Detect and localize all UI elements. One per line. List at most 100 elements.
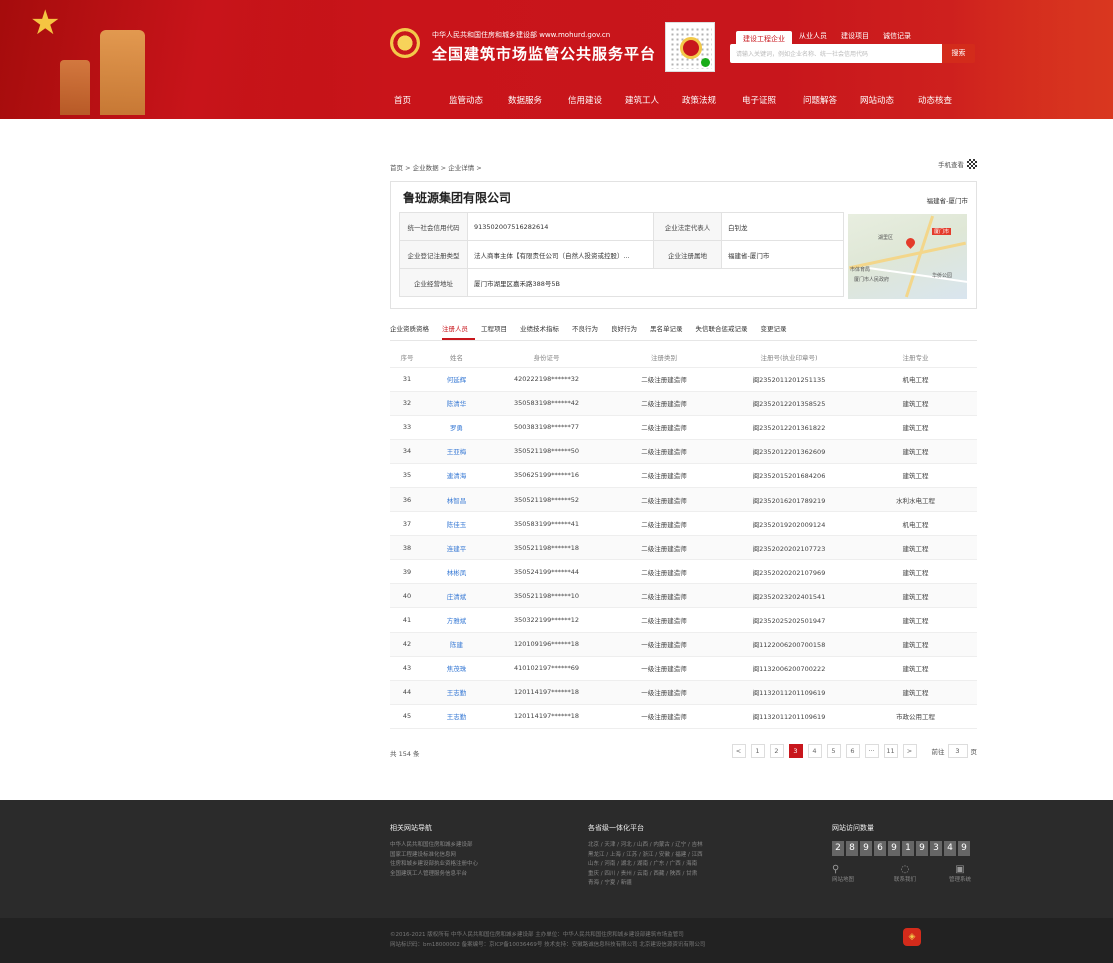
admin-link[interactable]: ▣ 管理系统 xyxy=(940,864,980,883)
footer-link[interactable]: 中华人民共和国住房和城乡建设部 xyxy=(390,841,478,851)
cell-name[interactable]: 陈清华 xyxy=(424,391,489,416)
cell-category: 二级注册建造师 xyxy=(604,535,724,561)
star-icon: ★ xyxy=(30,3,61,43)
cell-category: 一级注册建造师 xyxy=(604,632,724,657)
mobile-view-link[interactable]: 手机查看 xyxy=(938,159,977,169)
nav-home[interactable]: 首页 xyxy=(394,94,449,106)
detail-tabs: 企业资质资格 注册人员 工程项目 业绩技术指标 不良行为 良好行为 黑名单记录 … xyxy=(390,323,800,340)
cell-reg-no: 闽1122006200700158 xyxy=(724,632,854,657)
page-button[interactable]: 11 xyxy=(883,744,898,758)
site-title[interactable]: 全国建筑市场监管公共服务平台 xyxy=(432,43,656,64)
cell-specialty: 建筑工程 xyxy=(854,656,977,681)
nav-data-service[interactable]: 数据服务 xyxy=(508,94,568,106)
cell-reg-no: 闽2352023202401541 xyxy=(724,583,854,609)
tab-bad-behavior[interactable]: 不良行为 xyxy=(572,323,605,340)
cell-name[interactable]: 連清海 xyxy=(424,463,489,488)
more-pages-button[interactable]: ··· xyxy=(864,744,879,758)
page-button-current[interactable]: 3 xyxy=(788,744,803,758)
tab-divider xyxy=(390,340,977,341)
monitor-icon: ▣ xyxy=(955,864,965,875)
cell-index: 42 xyxy=(390,632,424,657)
cell-name[interactable]: 何延辉 xyxy=(424,367,489,392)
page-button[interactable]: 4 xyxy=(807,744,822,758)
province-links[interactable]: 重庆 / 四川 / 贵州 / 云南 / 西藏 / 陕西 / 甘肃 xyxy=(588,870,703,880)
next-page-button[interactable]: > xyxy=(902,744,917,758)
prev-page-button[interactable]: < xyxy=(731,744,746,758)
cell-index: 44 xyxy=(390,680,424,705)
col-header-category: 注册类别 xyxy=(604,347,724,368)
cell-name[interactable]: 林彬凤 xyxy=(424,559,489,585)
cell-name[interactable]: 林智昌 xyxy=(424,487,489,513)
nav-certificates[interactable]: 电子证照 xyxy=(742,94,803,106)
nav-workers[interactable]: 建筑工人 xyxy=(625,94,682,106)
icp-line: 网站标识码：bm18000002 备案编号：京ICP备10036469号 技术支… xyxy=(390,941,706,948)
goto-page-input[interactable]: 3 xyxy=(947,744,968,758)
cell-index: 36 xyxy=(390,487,424,513)
counter-digit: 9 xyxy=(958,841,970,856)
footer-provinces: 各省级一体化平台 北京 / 天津 / 河北 / 山西 / 内蒙古 / 辽宁 / … xyxy=(588,823,703,889)
tab-changes[interactable]: 变更记录 xyxy=(761,323,794,340)
province-links[interactable]: 黑龙江 / 上海 / 江苏 / 浙江 / 安徽 / 福建 / 江西 xyxy=(588,851,703,861)
cell-reg-no: 闽2352016201789219 xyxy=(724,487,854,513)
total-count: 共 154 条 xyxy=(390,750,420,758)
col-header-specialty: 注册专业 xyxy=(854,347,977,368)
cell-name[interactable]: 陈建 xyxy=(424,632,489,657)
table-row: 37 陈佳玉 350583199******41 二级注册建造师 闽2352019202… xyxy=(390,511,977,537)
page-button[interactable]: 5 xyxy=(826,744,841,758)
province-links[interactable]: 山东 / 河南 / 湖北 / 湖南 / 广东 / 广西 / 海南 xyxy=(588,860,703,870)
main-nav: 首页 监管动态 数据服务 信用建设 建筑工人 政策法规 电子证照 问题解答 网站… xyxy=(394,94,952,106)
cell-id: 120114197******18 xyxy=(489,704,604,729)
gov-badge-icon[interactable]: ◈ xyxy=(903,928,921,946)
footer-link[interactable]: 国家工程建设标准化信息网 xyxy=(390,851,478,861)
page-button[interactable]: 2 xyxy=(769,744,784,758)
cell-name[interactable]: 焦茂珠 xyxy=(424,656,489,681)
cell-name[interactable]: 王亚梅 xyxy=(424,439,489,464)
cell-name[interactable]: 王志勤 xyxy=(424,704,489,729)
nav-site-news[interactable]: 网站动态 xyxy=(860,94,918,106)
counter-digit: 8 xyxy=(846,841,858,856)
footer-link[interactable]: 住房和城乡建设部执业资格注册中心 xyxy=(390,860,478,870)
counter-digit: 9 xyxy=(888,841,900,856)
counter-digit: 4 xyxy=(944,841,956,856)
cell-index: 35 xyxy=(390,463,424,488)
cell-name[interactable]: 罗勇 xyxy=(424,415,489,440)
nav-credit[interactable]: 信用建设 xyxy=(568,94,625,106)
contact-link[interactable]: ◌ 联系我们 xyxy=(870,864,940,883)
tab-projects[interactable]: 工程项目 xyxy=(481,323,514,340)
location-map[interactable]: 厦门市 湖里区 市体育局 厦门市人民政府 华侨公园 xyxy=(848,214,967,299)
search-input[interactable]: 请输入关键词，例如企业名称、统一社会信用代码 xyxy=(730,44,942,63)
map-label: 湖里区 xyxy=(878,235,894,241)
nav-faq[interactable]: 问题解答 xyxy=(803,94,860,106)
cell-name[interactable]: 连建平 xyxy=(424,535,489,561)
cell-category: 二级注册建造师 xyxy=(604,487,724,513)
cell-category: 一级注册建造师 xyxy=(604,680,724,705)
nav-verification[interactable]: 动态核查 xyxy=(918,94,952,106)
nav-policy[interactable]: 政策法规 xyxy=(682,94,742,106)
breadcrumb-home[interactable]: 首页 xyxy=(390,164,403,172)
page-button[interactable]: 6 xyxy=(845,744,860,758)
tab-registered-personnel[interactable]: 注册人员 xyxy=(442,323,475,340)
contact-label: 联系我们 xyxy=(893,877,916,883)
sitemap-icon: ⚲ xyxy=(832,864,840,875)
cell-name[interactable]: 王志勤 xyxy=(424,680,489,705)
site-subtitle: 中华人民共和国住房和城乡建设部 www.mohurd.gov.cn xyxy=(432,31,611,39)
page-button[interactable]: 1 xyxy=(750,744,765,758)
col-header-reg-no: 注册号(执业印章号) xyxy=(724,347,854,368)
breadcrumb-enterprise-data[interactable]: 企业数据 xyxy=(413,164,439,172)
province-links[interactable]: 北京 / 天津 / 河北 / 山西 / 内蒙古 / 辽宁 / 吉林 xyxy=(588,841,703,851)
cell-name[interactable]: 陈佳玉 xyxy=(424,511,489,537)
table-row: 38 连建平 350521198******18 二级注册建造师 闽2352020202… xyxy=(390,535,977,561)
tab-good-behavior[interactable]: 良好行为 xyxy=(611,323,644,340)
tab-blacklist[interactable]: 黑名单记录 xyxy=(650,323,690,340)
province-links[interactable]: 青海 / 宁夏 / 新疆 xyxy=(588,879,703,889)
tab-qualifications[interactable]: 企业资质资格 xyxy=(390,323,436,340)
cell-name[interactable]: 方雅斌 xyxy=(424,607,489,633)
tab-dishonesty[interactable]: 失信联合惩戒记录 xyxy=(696,323,755,340)
tab-performance[interactable]: 业绩技术指标 xyxy=(520,323,566,340)
cell-name[interactable]: 庄清斌 xyxy=(424,583,489,609)
search-button[interactable]: 搜索 xyxy=(942,44,975,63)
footer-link[interactable]: 全国建筑工人管理服务信息平台 xyxy=(390,870,478,880)
footer-prov-title: 各省级一体化平台 xyxy=(588,824,644,832)
sitemap-link[interactable]: ⚲ 网站地图 xyxy=(832,864,870,883)
nav-supervision[interactable]: 监管动态 xyxy=(449,94,508,106)
